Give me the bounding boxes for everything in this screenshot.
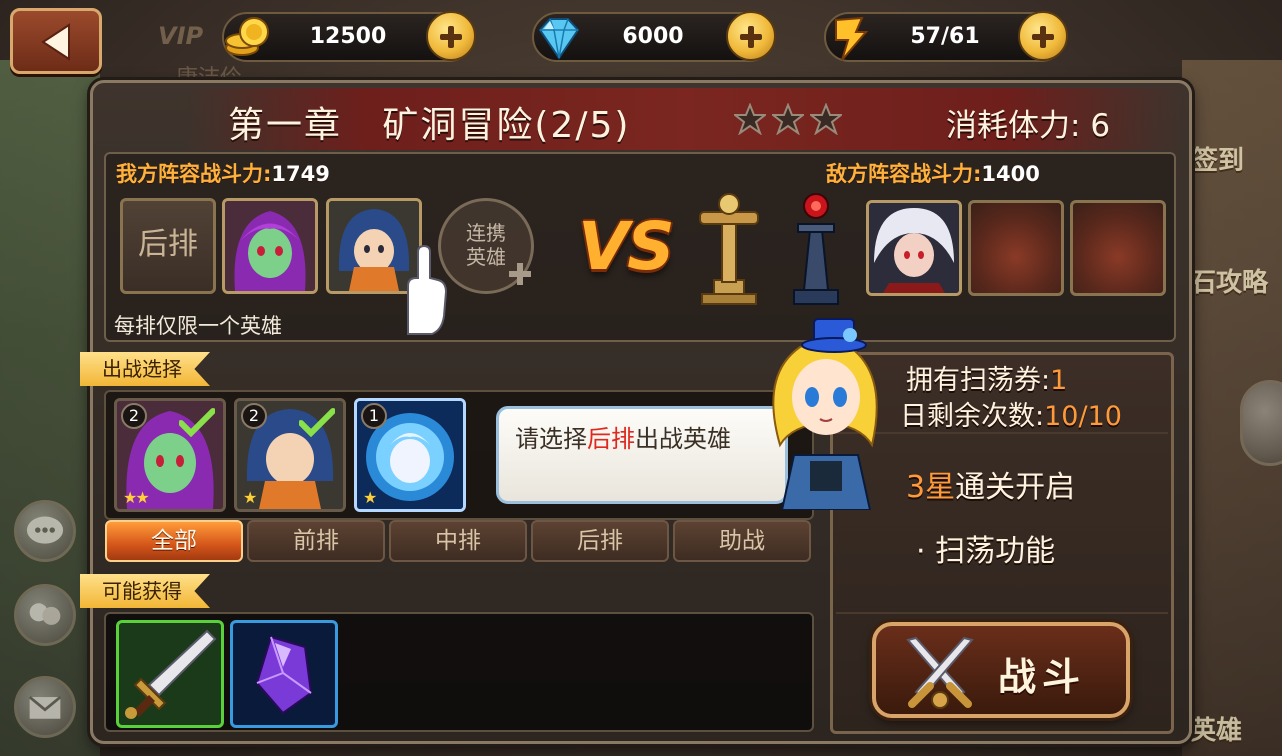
pointing-hand-icon <box>407 244 448 335</box>
sweep-remaining: 日剩余次数:10/10 <box>900 394 1122 433</box>
stage-progress: (2/5) <box>534 105 631 146</box>
stamina-cost: 消耗体力: 6 <box>946 100 1110 145</box>
mail-icon[interactable] <box>14 676 76 738</box>
friends-icon[interactable] <box>14 584 76 646</box>
hero-stars: ★ <box>363 488 377 507</box>
hero-level-badge: 2 <box>241 403 267 429</box>
purple-hair-hero-portrait <box>225 201 315 291</box>
stage-name: 矿洞冒险 <box>382 105 535 146</box>
sweep-tickets-value: 1 <box>1050 365 1068 396</box>
sweep-tickets-label: 拥有扫荡券: <box>906 365 1051 396</box>
event-side-icon[interactable] <box>1240 380 1282 466</box>
add-gem-button[interactable] <box>726 11 776 61</box>
tab-all[interactable]: 全部 <box>105 520 243 562</box>
vip-label-faded: VIP <box>158 22 204 50</box>
tab-support[interactable]: 助战 <box>673 520 811 562</box>
enemy-power: 敌方阵容战斗力:1400 <box>826 158 1040 188</box>
stamina-cost-label: 消耗体力: <box>946 108 1081 144</box>
chapter-label: 第一章 <box>228 105 343 146</box>
dark-tower-icon <box>793 193 839 305</box>
sweep-unlock-star: 3星 <box>906 470 956 505</box>
sweep-feature: · 扫荡功能 <box>916 534 1056 569</box>
link-hero-slot[interactable]: 连携 英雄 <box>438 198 534 294</box>
stamina-value: 57/61 <box>910 24 980 49</box>
hero-tag[interactable]: 英雄 <box>1190 710 1242 747</box>
hero-level-badge: 1 <box>361 403 387 429</box>
star-empty-icon <box>772 103 804 135</box>
enemy-empty-slot <box>1070 200 1166 296</box>
crystal-icon <box>255 635 313 715</box>
guide-girl-mascot <box>772 318 878 510</box>
stamina-cost-value: 6 <box>1090 108 1111 144</box>
hero-card-blue[interactable]: 2 ★ <box>234 398 346 512</box>
hero-level-badge: 2 <box>121 403 147 429</box>
add-stamina-button[interactable] <box>1018 11 1068 61</box>
lineup-hero-purple-slot[interactable] <box>222 198 318 294</box>
sweep-tickets: 拥有扫荡券:1 <box>906 358 1067 397</box>
lineup-note: 每排仅限一个英雄 <box>114 314 282 338</box>
lightning-icon <box>835 16 869 61</box>
tab-front[interactable]: 前排 <box>247 520 385 562</box>
crossed-swords-icon <box>906 636 974 709</box>
sword-item[interactable] <box>116 620 224 728</box>
link-hero-line1: 连携 <box>466 221 506 245</box>
back-button[interactable] <box>10 8 102 74</box>
hint-highlight: 后排 <box>587 425 635 453</box>
diamond-icon <box>538 18 580 60</box>
stamina-counter: 57/61 <box>824 11 1068 62</box>
back-arrow-icon <box>41 23 70 61</box>
star-empty-icon <box>734 103 766 135</box>
drops-ribbon: 可能获得 <box>80 574 210 608</box>
sweep-unlock-text: 通关开启 <box>955 470 1076 505</box>
background-left-scenery <box>0 60 100 756</box>
stage-title: 第一章 矿洞冒险(2/5) <box>228 96 630 148</box>
back-row-slot[interactable]: 后排 <box>120 198 216 294</box>
add-gold-button[interactable] <box>426 11 476 61</box>
hint-bubble: 请选择后排出战英雄 <box>496 406 788 504</box>
sweep-remaining-label: 日剩余次数: <box>900 401 1045 432</box>
purple-crystal-item[interactable] <box>230 620 338 728</box>
enemy-empty-slot <box>968 200 1064 296</box>
tab-back[interactable]: 后排 <box>531 520 669 562</box>
hero-select-ribbon: 出战选择 <box>80 352 210 386</box>
my-power-label: 我方阵容战斗力: <box>116 162 272 186</box>
guide-tag[interactable]: 石攻略 <box>1190 262 1268 299</box>
sword-icon <box>125 629 217 719</box>
gold-coins-icon <box>225 17 269 56</box>
hint-after: 出战英雄 <box>635 425 731 453</box>
white-hair-enemy-portrait <box>869 203 959 293</box>
checkmark-icon <box>179 408 215 437</box>
my-power: 我方阵容战斗力:1749 <box>116 158 330 188</box>
sweep-unlock: 3星通关开启 <box>906 462 1075 506</box>
vs-label: VS <box>578 208 675 285</box>
golden-tower-icon <box>699 193 759 305</box>
star-empty-icon <box>810 103 842 135</box>
sweep-remaining-value: 10/10 <box>1044 401 1122 432</box>
gem-value: 6000 <box>622 24 684 49</box>
plus-icon <box>509 263 531 285</box>
enemy-power-label: 敌方阵容战斗力: <box>826 162 982 186</box>
enemy-power-value: 1400 <box>981 162 1040 186</box>
enemy-hero-slot[interactable] <box>866 200 962 296</box>
hint-before: 请选择 <box>515 425 587 453</box>
checkin-tag[interactable]: 签到 <box>1192 140 1244 177</box>
chat-icon[interactable] <box>14 500 76 562</box>
divider <box>836 612 1168 614</box>
gold-value: 12500 <box>309 24 387 49</box>
gold-counter: 12500 <box>222 11 476 62</box>
hero-stars: ★ <box>243 488 257 507</box>
my-power-value: 1749 <box>271 162 330 186</box>
checkmark-icon <box>299 408 335 437</box>
fight-button-label[interactable]: 战斗 <box>998 646 1086 701</box>
gem-counter: 6000 <box>532 11 776 62</box>
hero-card-purple[interactable]: 2 ★★ <box>114 398 226 512</box>
hero-stars: ★★ <box>123 488 150 507</box>
tab-middle[interactable]: 中排 <box>389 520 527 562</box>
hero-card-ice[interactable]: 1 ★ <box>354 398 466 512</box>
